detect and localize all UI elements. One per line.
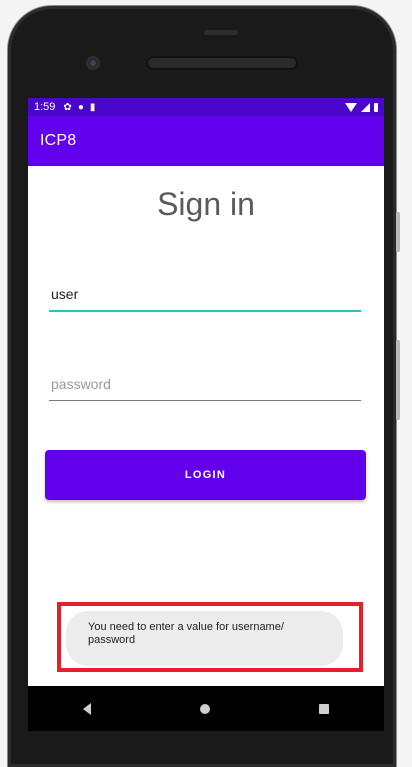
status-bar: 1:59 ✿ ● ▮ <box>28 98 384 116</box>
username-field[interactable] <box>49 282 361 312</box>
wifi-icon <box>345 102 357 112</box>
password-field[interactable] <box>49 371 361 401</box>
signal-icon <box>361 102 370 112</box>
gear-icon: ✿ <box>63 101 72 113</box>
system-nav-bar <box>28 686 384 731</box>
page-title: Sign in <box>157 186 255 222</box>
volume-button <box>396 212 400 252</box>
circle-icon: ● <box>77 101 84 113</box>
status-right-icons <box>345 102 378 112</box>
top-bezel <box>28 18 376 98</box>
battery-icon <box>374 102 378 112</box>
app-bar: ICP8 <box>28 116 384 166</box>
home-icon[interactable] <box>199 703 210 714</box>
app-title: ICP8 <box>40 132 77 149</box>
front-camera-icon <box>86 56 100 70</box>
sensor <box>204 30 238 35</box>
recents-icon[interactable] <box>319 703 330 714</box>
login-button[interactable]: LOGIN <box>45 450 366 500</box>
power-button <box>396 340 400 420</box>
status-time: 1:59 <box>34 101 56 113</box>
earpiece-speaker <box>146 56 298 70</box>
sim-icon: ▮ <box>89 101 96 113</box>
back-icon[interactable] <box>82 702 91 715</box>
app-screen: 1:59 ✿ ● ▮ ICP8 Sign in LOGIN You need t… <box>28 98 384 686</box>
toast-highlight-box <box>57 602 363 672</box>
